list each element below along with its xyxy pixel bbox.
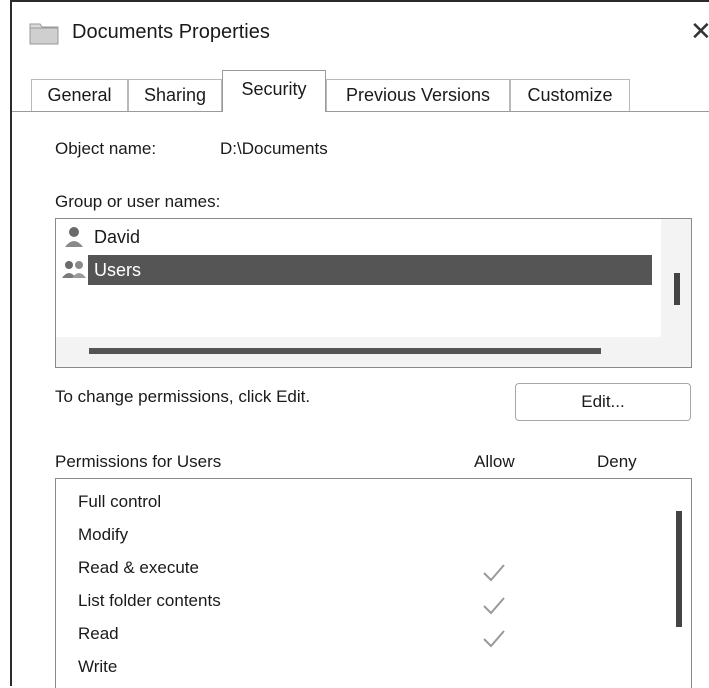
user-icon xyxy=(65,227,83,247)
list-item-label: Users xyxy=(88,255,652,285)
permission-read-execute: Read & execute xyxy=(78,558,199,577)
list-item-label: David xyxy=(94,226,141,247)
change-permissions-hint: To change permissions, click Edit. xyxy=(55,387,311,406)
tab-customize[interactable]: Customize xyxy=(510,79,630,111)
tab-panel-border xyxy=(12,111,709,112)
tab-security[interactable]: Security xyxy=(222,70,326,112)
deny-column-header: Deny xyxy=(597,452,637,471)
title-bar[interactable]: Documents Properties ✕ xyxy=(12,2,709,66)
user-list[interactable]: David Users xyxy=(55,218,692,368)
tab-general[interactable]: General xyxy=(31,79,128,111)
allow-check-icon xyxy=(483,630,505,648)
permission-write: Write xyxy=(78,657,118,676)
list-item-users[interactable]: Users xyxy=(60,255,652,285)
permissions-header: Permissions for Users xyxy=(55,452,222,471)
permission-read: Read xyxy=(78,624,119,643)
users-group-icon xyxy=(62,261,86,278)
edit-button[interactable]: Edit... xyxy=(515,383,691,421)
scrollbar-thumb[interactable] xyxy=(89,348,601,354)
allow-check-icon xyxy=(483,564,505,582)
tab-bar: General Sharing Security Previous Versio… xyxy=(12,70,709,112)
object-name-label: Object name: xyxy=(55,139,157,158)
permission-list-folder-contents: List folder contents xyxy=(78,591,221,610)
object-name-value: D:\Documents xyxy=(220,139,328,158)
user-list-horizontal-scrollbar[interactable] xyxy=(56,337,691,367)
group-or-user-names-label: Group or user names: xyxy=(55,192,221,211)
tab-sharing[interactable]: Sharing xyxy=(128,79,222,111)
close-button[interactable]: ✕ xyxy=(690,16,709,47)
permissions-scrollbar-thumb[interactable] xyxy=(676,511,682,627)
permission-modify: Modify xyxy=(78,525,129,544)
window-title: Documents Properties xyxy=(72,21,270,43)
permission-full-control: Full control xyxy=(78,492,162,511)
folder-icon xyxy=(29,23,59,45)
list-item-david[interactable]: David xyxy=(60,222,140,252)
allow-column-header: Allow xyxy=(474,452,515,471)
scrollbar-thumb[interactable] xyxy=(674,273,680,305)
tab-previous-versions[interactable]: Previous Versions xyxy=(326,79,510,111)
user-list-vertical-scrollbar[interactable] xyxy=(661,219,691,337)
permissions-list: Full control Modify Read & execute List … xyxy=(55,478,692,688)
allow-check-icon xyxy=(483,597,505,615)
